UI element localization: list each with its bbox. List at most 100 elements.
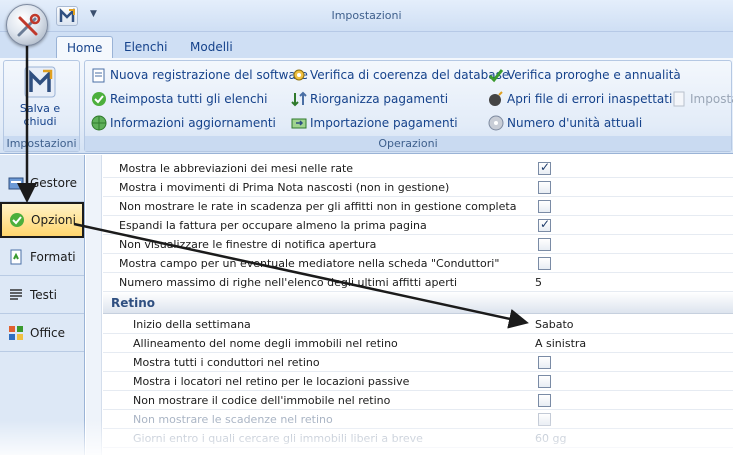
sidebar-item-office[interactable]: Office — [0, 315, 84, 352]
informazioni-aggiornamenti-label: Informazioni aggiornamenti — [110, 116, 276, 130]
option-row: Mostra le abbreviazioni dei mesi nelle r… — [103, 159, 733, 178]
option-row: Allineamento del nome degli immobili nel… — [103, 334, 733, 353]
importazione-pagamenti-label: Importazione pagamenti — [310, 116, 458, 130]
option-label: Mostra i movimenti di Prima Nota nascost… — [119, 181, 450, 194]
option-value[interactable]: 60 gg — [535, 432, 566, 445]
reimposta-elenchi-button[interactable]: Reimposta tutti gli elenchi — [91, 90, 268, 108]
ribbon: Salva e chiudi Impostazioni Nuova regist… — [0, 58, 733, 154]
option-checkbox[interactable] — [538, 394, 551, 407]
option-row: Mostra tutti i conduttori nel retino — [103, 353, 733, 372]
option-checkbox[interactable] — [538, 413, 551, 426]
option-label: Allineamento del nome degli immobili nel… — [133, 337, 398, 350]
option-checkbox[interactable] — [538, 181, 551, 194]
option-label: Mostra tutti i conduttori nel retino — [133, 356, 320, 369]
riorganizza-pagamenti-button[interactable]: Riorganizza pagamenti — [291, 90, 448, 108]
option-row: Espandi la fattura per occupare almeno l… — [103, 216, 733, 235]
option-row: Non mostrare il codice dell'immobile nel… — [103, 391, 733, 410]
application-menu-button[interactable] — [6, 4, 48, 46]
option-row: Mostra i movimenti di Prima Nota nascost… — [103, 178, 733, 197]
informazioni-aggiornamenti-button[interactable]: Informazioni aggiornamenti — [91, 114, 276, 132]
option-checkbox[interactable] — [538, 200, 551, 213]
group-impostazioni: Salva e chiudi Impostazioni — [3, 60, 80, 152]
option-row: Mostra i locatori nel retino per le loca… — [103, 372, 733, 391]
tab-modelli[interactable]: Modelli — [180, 36, 243, 58]
option-label: Espandi la fattura per occupare almeno l… — [119, 219, 427, 232]
option-checkbox[interactable] — [538, 217, 551, 232]
verifica-proroghe-label: Verifica proroghe e annualità — [507, 68, 681, 82]
group-operazioni: Nuova registrazione del software Reimpos… — [84, 60, 733, 152]
section-header-retino: Retino — [103, 292, 733, 314]
option-label: Numero massimo di righe nell'elenco degl… — [119, 276, 458, 289]
option-label: Mostra i locatori nel retino per le loca… — [133, 375, 410, 388]
sidebar: Gestore Opzioni Formati Testi Office — [0, 155, 85, 455]
app-logo-icon — [59, 7, 75, 22]
option-row: Numero massimo di righe nell'elenco degl… — [103, 273, 733, 292]
option-row: Mostra campo per un eventuale mediatore … — [103, 254, 733, 273]
office-grid-icon — [9, 326, 23, 340]
apri-file-errori-button[interactable]: Apri file di errori inaspettati — [488, 90, 672, 108]
bomb-icon — [489, 91, 503, 106]
checkmark-icon — [488, 69, 504, 83]
option-row: Non mostrare le rate in scadenza per gli… — [103, 197, 733, 216]
quick-access-dropdown-icon[interactable]: ▼ — [90, 9, 97, 19]
option-checkbox[interactable] — [538, 160, 551, 175]
option-row: Inizio della settimana Sabato — [103, 315, 733, 334]
manager-icon — [8, 177, 24, 190]
option-label: Mostra le abbreviazioni dei mesi nelle r… — [119, 162, 354, 175]
option-row: Giorni entro i quali cercare gli immobil… — [103, 429, 733, 448]
sidebar-item-testi[interactable]: Testi — [0, 277, 84, 314]
window-title: Impostazioni — [331, 9, 402, 22]
sidebar-item-gestore[interactable]: Gestore — [0, 165, 84, 202]
group-label-impostazioni: Impostazioni — [4, 136, 79, 151]
sidebar-item-opzioni[interactable]: Opzioni — [0, 202, 84, 238]
numero-unita-button[interactable]: Numero d'unità attuali — [488, 114, 642, 132]
check-circle-icon — [10, 213, 24, 227]
globe-update-icon — [91, 115, 107, 131]
sidebar-item-label: Opzioni — [31, 213, 76, 227]
tab-home[interactable]: Home — [56, 36, 114, 58]
tab-elenchi[interactable]: Elenchi — [114, 36, 177, 58]
importazione-pagamenti-button[interactable]: Importazione pagamenti — [291, 114, 458, 132]
quick-save-button[interactable] — [56, 6, 78, 26]
option-label: Inizio della settimana — [133, 318, 251, 331]
verifica-coerenza-button[interactable]: Verifica di coerenza del database — [291, 66, 509, 84]
save-close-label-1: Salva e — [19, 102, 61, 115]
info-disc-icon — [488, 115, 504, 131]
save-close-label-2: chiudi — [23, 115, 57, 128]
apri-file-errori-label: Apri file di errori inaspettati — [507, 92, 673, 106]
nuova-registrazione-button[interactable]: Nuova registrazione del software — [91, 66, 308, 84]
title-bar: Impostazioni — [0, 0, 733, 32]
tools-icon — [17, 13, 41, 37]
imposta-button[interactable]: Imposta — [671, 90, 733, 108]
format-document-icon — [10, 249, 22, 265]
option-value[interactable]: 5 — [535, 276, 542, 289]
import-icon — [291, 118, 307, 129]
option-row: Non visualizzare le finestre di notifica… — [103, 235, 733, 254]
option-value[interactable]: A sinistra — [535, 337, 586, 350]
group-label-operazioni: Operazioni — [85, 136, 731, 151]
option-checkbox[interactable] — [538, 356, 551, 369]
option-checkbox[interactable] — [538, 375, 551, 388]
option-label: Mostra campo per un eventuale mediatore … — [119, 257, 500, 270]
imposta-label: Imposta — [690, 92, 733, 106]
sidebar-item-label: Testi — [30, 288, 57, 302]
options-panel: Mostra le abbreviazioni dei mesi nelle r… — [86, 155, 733, 455]
document-icon — [673, 91, 685, 107]
sidebar-item-label: Formati — [30, 250, 76, 264]
reimposta-elenchi-label: Reimposta tutti gli elenchi — [110, 92, 268, 106]
option-label: Non mostrare le rate in scadenza per gli… — [119, 200, 517, 213]
option-checkbox[interactable] — [538, 238, 551, 251]
sort-icon — [291, 91, 307, 107]
option-checkbox[interactable] — [538, 257, 551, 270]
sidebar-item-formati[interactable]: Formati — [0, 239, 84, 276]
option-label: Giorni entro i quali cercare gli immobil… — [133, 432, 423, 445]
section-title: Retino — [111, 296, 156, 310]
save-close-button[interactable]: Salva e chiudi — [10, 65, 70, 133]
verifica-proroghe-button[interactable]: Verifica proroghe e annualità — [488, 66, 681, 84]
option-value[interactable]: Sabato — [535, 318, 574, 331]
riorganizza-pagamenti-label: Riorganizza pagamenti — [310, 92, 449, 106]
options-gutter — [86, 155, 102, 455]
text-lines-icon — [10, 289, 22, 300]
save-close-icon — [24, 66, 56, 98]
ribbon-tabs: Home Elenchi Modelli — [0, 32, 733, 58]
